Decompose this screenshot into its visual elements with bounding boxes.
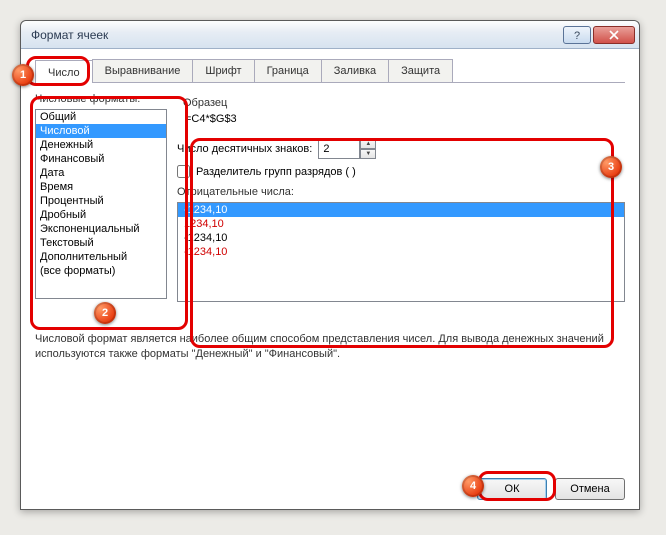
ok-button[interactable]: ОК bbox=[477, 478, 547, 500]
list-item[interactable]: Время bbox=[36, 180, 166, 194]
decimals-label: Число десятичных знаков: bbox=[177, 143, 312, 155]
decimals-spinner[interactable]: ▲ ▼ bbox=[318, 139, 376, 159]
sample-label: Образец bbox=[183, 97, 619, 109]
list-item[interactable]: Дата bbox=[36, 166, 166, 180]
spinner-down-button[interactable]: ▼ bbox=[360, 149, 376, 159]
list-item[interactable]: (все форматы) bbox=[36, 264, 166, 278]
annotation-badge: 1 bbox=[12, 64, 34, 86]
list-item[interactable]: Денежный bbox=[36, 138, 166, 152]
list-item[interactable]: Числовой bbox=[36, 124, 166, 138]
decimals-input[interactable] bbox=[318, 139, 360, 159]
tab-number[interactable]: Число bbox=[35, 60, 93, 83]
list-item[interactable]: -1234,10 bbox=[178, 203, 624, 217]
list-item[interactable]: -1234,10 bbox=[178, 245, 624, 259]
list-item[interactable]: Дробный bbox=[36, 208, 166, 222]
list-item[interactable]: 1234,10 bbox=[178, 217, 624, 231]
negative-listbox[interactable]: -1234,10 1234,10 -1234,10 -1234,10 bbox=[177, 202, 625, 302]
tab-border[interactable]: Граница bbox=[254, 59, 322, 82]
list-item[interactable]: Экспоненциальный bbox=[36, 222, 166, 236]
help-button[interactable]: ? bbox=[563, 26, 591, 44]
category-label: Числовые форматы: bbox=[35, 93, 167, 105]
cancel-button[interactable]: Отмена bbox=[555, 478, 625, 500]
annotation-badge: 3 bbox=[600, 156, 622, 178]
dialog-window: Формат ячеек ? Число Выравнивание Шрифт … bbox=[20, 20, 640, 510]
tab-strip: Число Выравнивание Шрифт Граница Заливка… bbox=[35, 59, 625, 83]
tab-font[interactable]: Шрифт bbox=[192, 59, 254, 82]
titlebar: Формат ячеек ? bbox=[21, 21, 639, 49]
annotation-badge: 2 bbox=[94, 302, 116, 324]
svg-text:?: ? bbox=[574, 30, 580, 40]
list-item[interactable]: Общий bbox=[36, 110, 166, 124]
list-item[interactable]: Процентный bbox=[36, 194, 166, 208]
list-item[interactable]: Текстовый bbox=[36, 236, 166, 250]
close-button[interactable] bbox=[593, 26, 635, 44]
tab-protection[interactable]: Защита bbox=[388, 59, 453, 82]
thousands-separator-label: Разделитель групп разрядов ( ) bbox=[196, 166, 356, 178]
list-item[interactable]: -1234,10 bbox=[178, 231, 624, 245]
spinner-up-button[interactable]: ▲ bbox=[360, 139, 376, 149]
list-item[interactable]: Дополнительный bbox=[36, 250, 166, 264]
tab-fill[interactable]: Заливка bbox=[321, 59, 389, 82]
sample-value: =C4*$G$3 bbox=[183, 113, 619, 125]
window-title: Формат ячеек bbox=[31, 28, 561, 42]
format-hint: Числовой формат является наиболее общим … bbox=[35, 332, 625, 363]
annotation-badge: 4 bbox=[462, 475, 484, 497]
thousands-separator-checkbox[interactable] bbox=[177, 165, 190, 178]
negative-label: Отрицательные числа: bbox=[177, 186, 625, 198]
category-listbox[interactable]: Общий Числовой Денежный Финансовый Дата … bbox=[35, 109, 167, 299]
list-item[interactable]: Финансовый bbox=[36, 152, 166, 166]
tab-alignment[interactable]: Выравнивание bbox=[92, 59, 194, 82]
